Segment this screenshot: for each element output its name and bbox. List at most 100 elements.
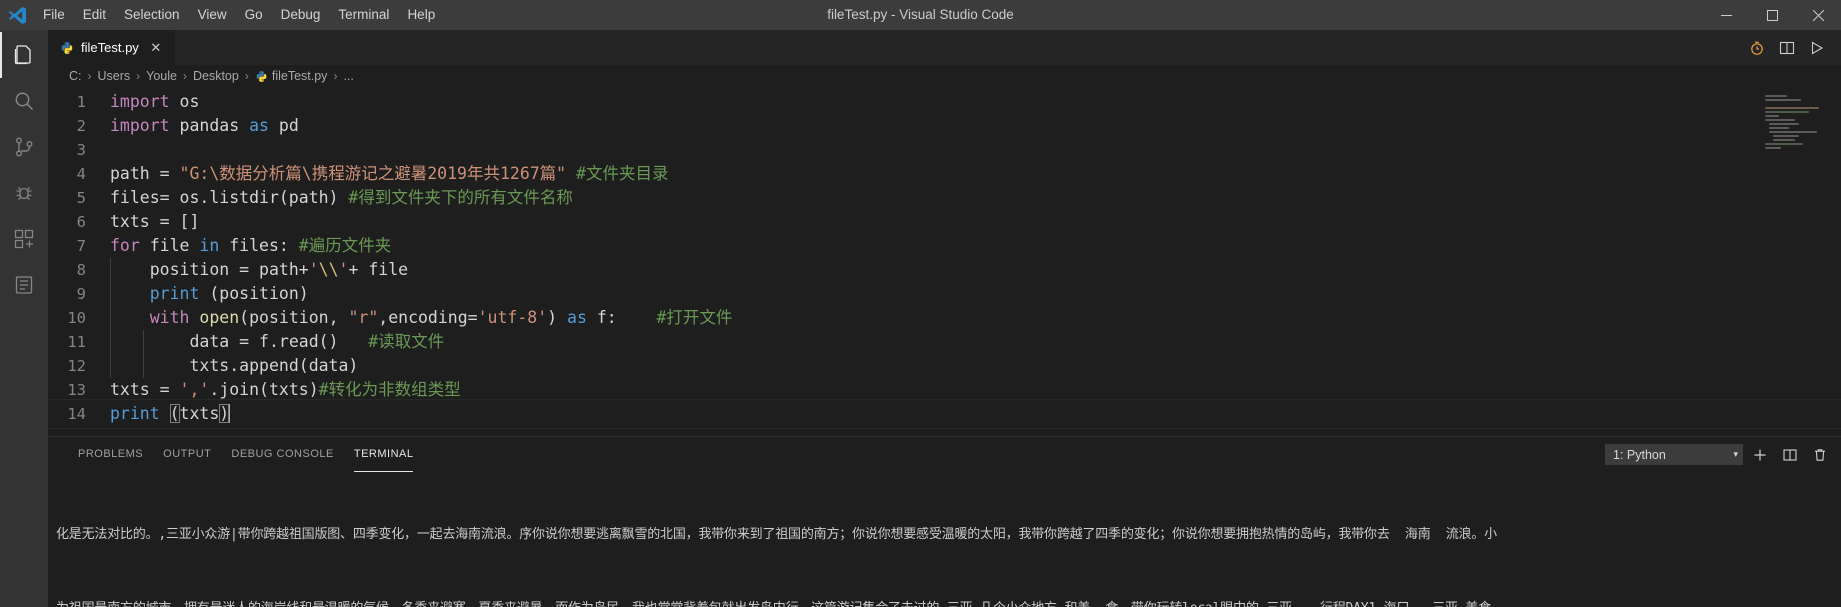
- code-line: 6 txts = []: [48, 210, 1841, 234]
- editor-scrollbar[interactable]: [1827, 87, 1841, 436]
- line-content: with open(position, "r",encoding='utf-8'…: [110, 306, 732, 330]
- chevron-down-icon: ▾: [1733, 449, 1738, 459]
- activity-item-debug[interactable]: [0, 170, 48, 216]
- line-content: data = f.read() #读取文件: [110, 330, 444, 354]
- breadcrumb-item-5[interactable]: ...: [342, 69, 354, 83]
- terminal-output[interactable]: 化是无法对比的。,三亚小众游|带你跨越祖国版图、四季变化，一起去海南流浪。序你说…: [48, 472, 1841, 607]
- line-number: 2: [76, 117, 86, 135]
- menu-edit[interactable]: Edit: [74, 0, 115, 30]
- panel-actions: 1: Python ▾: [1605, 443, 1841, 467]
- panel-tab-terminal[interactable]: TERMINAL: [344, 437, 424, 472]
- breadcrumb-item-3[interactable]: Desktop: [192, 69, 240, 83]
- close-button[interactable]: [1795, 0, 1841, 30]
- token-text: file: [139, 236, 200, 255]
- panel-tab-problems[interactable]: PROBLEMS: [68, 437, 153, 472]
- line-number: 13: [67, 381, 86, 399]
- line-number: 6: [76, 213, 86, 231]
- token-comment: #打开文件: [616, 308, 733, 327]
- token-comment: #文件夹目录: [566, 164, 669, 183]
- breadcrumb-item-0[interactable]: C:: [68, 69, 83, 83]
- kill-terminal-icon[interactable]: [1807, 443, 1833, 467]
- terminal-instance-value: 1: Python: [1613, 447, 1666, 462]
- token-string: "r": [348, 308, 379, 327]
- editor-tab-fileTest-py[interactable]: fileTest.py ✕: [48, 30, 176, 65]
- code-line: 12 txts.append(data): [48, 354, 1841, 378]
- panel-tab-debug-console[interactable]: DEBUG CONSOLE: [221, 437, 343, 472]
- breadcrumb-item-1[interactable]: Users: [97, 69, 132, 83]
- breadcrumb-item-2[interactable]: Youle: [145, 69, 178, 83]
- run-timer-icon[interactable]: [1743, 30, 1771, 65]
- menu-debug[interactable]: Debug: [272, 0, 330, 30]
- minimize-button[interactable]: [1703, 0, 1749, 30]
- token-text: txts =: [110, 380, 180, 399]
- line-content: path = "G:\数据分析篇\携程游记之避暑2019年共1267篇" #文件…: [110, 162, 669, 186]
- token-string: ': [308, 260, 319, 279]
- python-file-icon: [59, 40, 75, 56]
- breadcrumb-separator: ›: [87, 69, 92, 83]
- python-file-icon: [255, 70, 268, 83]
- menu-view[interactable]: View: [189, 0, 236, 30]
- token-text: files:: [219, 236, 299, 255]
- menu-terminal[interactable]: Terminal: [329, 0, 398, 30]
- token-comment: #得到文件夹下的所有文件名称: [348, 188, 573, 207]
- split-terminal-icon[interactable]: [1777, 443, 1803, 467]
- vscode-window: File Edit Selection View Go Debug Termin…: [0, 0, 1841, 607]
- panel-tab-output[interactable]: OUTPUT: [153, 437, 221, 472]
- token-keyword: as: [249, 116, 269, 135]
- split-editor-icon[interactable]: [1773, 30, 1801, 65]
- menu-help[interactable]: Help: [398, 0, 444, 30]
- code-line: 5 files= os.listdir(path) #得到文件夹下的所有文件名称: [48, 186, 1841, 210]
- menu-selection[interactable]: Selection: [115, 0, 189, 30]
- token-keyword: import: [110, 92, 170, 111]
- new-terminal-icon[interactable]: [1747, 443, 1773, 467]
- token-text: txts = []: [110, 212, 200, 231]
- window-controls: [1703, 0, 1841, 30]
- editor-tab-label: fileTest.py: [81, 40, 139, 55]
- token-keyword: for: [110, 236, 140, 255]
- line-content: files= os.listdir(path) #得到文件夹下的所有文件名称: [110, 186, 573, 210]
- line-number: 4: [76, 165, 86, 183]
- breadcrumb-separator: ›: [333, 69, 338, 83]
- terminal-line: 为祖国最南方的城市，拥有最迷人的海岸线和最温暖的气候，冬季来避寒，夏季来避暑。而…: [56, 597, 1833, 607]
- token-text: path =: [110, 164, 180, 183]
- line-content: txts.append(data): [110, 354, 358, 378]
- activity-item-source-control[interactable]: [0, 124, 48, 170]
- line-content: for file in files: #遍历文件夹: [110, 234, 391, 258]
- line-number: 11: [67, 333, 86, 351]
- run-python-file-icon[interactable]: [1803, 30, 1831, 65]
- files-icon: [12, 43, 36, 67]
- token-text: position = path+: [149, 260, 309, 279]
- token-text: (position): [199, 284, 309, 303]
- token-string: ': [338, 260, 349, 279]
- breadcrumb: C: › Users › Youle › Desktop › fileTest.…: [48, 65, 1841, 87]
- token-function: print: [110, 404, 160, 423]
- token-text: data = f.read(): [189, 332, 339, 351]
- activity-item-remote[interactable]: [0, 262, 48, 308]
- activity-item-explorer[interactable]: [0, 32, 48, 78]
- code-line: 13 txts = ','.join(txts)#转化为非数组类型: [48, 378, 1841, 402]
- token-text: pd: [268, 116, 299, 135]
- activity-item-extensions[interactable]: [0, 216, 48, 262]
- line-content: print (position): [110, 282, 309, 306]
- workbench-body: fileTest.py ✕ C: › Users › Youle › Deskt…: [0, 30, 1841, 607]
- menu-file[interactable]: File: [34, 0, 74, 30]
- code-line: 3: [48, 138, 1841, 162]
- token-text: ,encoding=: [378, 308, 478, 327]
- activity-item-search[interactable]: [0, 78, 48, 124]
- editor-tabs-bar: fileTest.py ✕: [48, 30, 1841, 65]
- code-editor[interactable]: 1 import os 2 import pandas as pd 3 4 pa…: [48, 87, 1841, 436]
- text-cursor: [228, 404, 231, 423]
- token-comment: #转化为非数组类型: [318, 380, 461, 399]
- line-number: 9: [76, 285, 86, 303]
- menu-go[interactable]: Go: [236, 0, 272, 30]
- line-number: 7: [76, 237, 86, 255]
- code-line: 8 position = path+'\\'+ file: [48, 258, 1841, 282]
- code-line: 1 import os: [48, 90, 1841, 114]
- breadcrumb-item-4[interactable]: fileTest.py: [254, 69, 329, 83]
- terminal-instance-select[interactable]: 1: Python ▾: [1605, 444, 1743, 465]
- line-content: import os: [110, 90, 199, 114]
- breadcrumb-separator: ›: [182, 69, 187, 83]
- close-icon[interactable]: ✕: [147, 39, 165, 57]
- token-text: txts: [179, 404, 220, 423]
- maximize-button[interactable]: [1749, 0, 1795, 30]
